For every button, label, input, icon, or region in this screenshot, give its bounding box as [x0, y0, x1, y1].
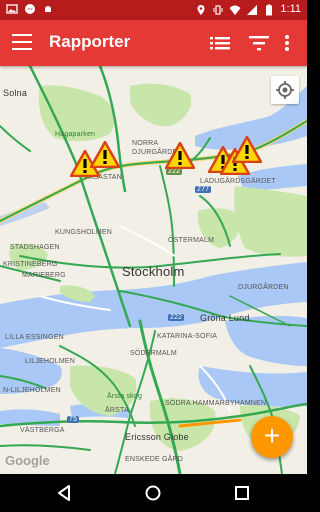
- messenger-notification-icon: [25, 4, 35, 14]
- add-report-button[interactable]: +: [251, 416, 293, 458]
- map-label-djurgarden-south: DJURGÅRDEN: [238, 284, 289, 291]
- map-label-stockholm: Stockholm: [122, 264, 185, 279]
- route-badge-75: 75: [67, 416, 80, 423]
- traffic-warning-marker[interactable]: [232, 136, 262, 163]
- map-label-liljeholmen: LILJEHOLMEN: [25, 358, 76, 365]
- status-time: 1:11: [280, 3, 301, 15]
- map-label-kungsholmen: KUNGSHOLMEN: [55, 229, 113, 236]
- status-bar: 1:11: [0, 0, 307, 20]
- map-label-sodermalm: SÖDERMALM: [130, 350, 177, 357]
- battery-icon: [266, 4, 273, 15]
- back-icon[interactable]: [55, 483, 75, 503]
- map-label-vastberga: VÄSTBERGA: [20, 427, 65, 434]
- list-view-icon[interactable]: [208, 32, 232, 54]
- map-label-kristineberg: KRISTINEBERG: [3, 261, 58, 268]
- recents-icon[interactable]: [232, 483, 252, 503]
- map-label-hagaparken: Hagaparken: [55, 131, 96, 138]
- map-label-grona-lund: Gröna Lund: [200, 313, 250, 323]
- location-status-icon: [197, 4, 205, 15]
- signal-icon: [247, 4, 258, 15]
- map-label-ericsson-globe: Ericsson Globe: [125, 432, 189, 442]
- crosshair-icon: [276, 81, 294, 99]
- map-label-ostermalm: ÖSTERMALM: [168, 237, 215, 244]
- traffic-warning-marker[interactable]: [165, 142, 195, 169]
- map-label-norra: NORRA: [132, 140, 159, 147]
- map-label-lilla-essingen: LILLA ESSINGEN: [5, 334, 64, 341]
- page-title: Rapporter: [49, 32, 131, 51]
- more-vert-icon[interactable]: [278, 32, 296, 54]
- map-label-n-liljeholmen: N-LILJEHOLMEN: [3, 387, 61, 394]
- wifi-icon: [229, 5, 241, 15]
- menu-icon[interactable]: [12, 34, 32, 52]
- route-badge-222a: 222: [166, 168, 183, 175]
- filter-icon[interactable]: [247, 32, 271, 54]
- system-nav-bar: [0, 474, 307, 512]
- route-badge-222b: 222: [168, 314, 185, 321]
- map-label-ladugardsgardet: LADUGÅRDSGÄRDET: [200, 178, 276, 185]
- map-label-enskede: ENSKEDE GÅRD: [125, 456, 184, 463]
- map-label-stadshagen: STADSHAGEN: [10, 244, 60, 251]
- my-location-button[interactable]: [271, 76, 299, 104]
- map-label-arsta: ÅRSTA: [105, 407, 129, 414]
- map-view[interactable]: Solna Hagaparken NORRA DJURGÅRDEN VASAST…: [0, 66, 307, 474]
- google-logo: Google: [5, 453, 50, 468]
- app-bar: Rapporter: [0, 20, 307, 66]
- map-label-arsta-skog: Årsta skog: [107, 393, 143, 400]
- android-notification-icon: [45, 6, 51, 12]
- plus-icon: +: [263, 420, 281, 451]
- map-label-sodra-hammarby: SÖDRA HAMMARBYHAMNEN: [165, 400, 267, 407]
- traffic-warning-marker[interactable]: [90, 141, 120, 168]
- route-badge-277: 277: [195, 186, 212, 193]
- map-label-mariaberg: MARIEBERG: [22, 272, 66, 279]
- image-notification-icon: [6, 4, 18, 14]
- vibrate-icon: [213, 4, 223, 15]
- map-label-katarina: KATARINA-SOFIA: [157, 333, 218, 340]
- map-label-solna: Solna: [3, 88, 28, 98]
- home-icon[interactable]: [143, 483, 163, 503]
